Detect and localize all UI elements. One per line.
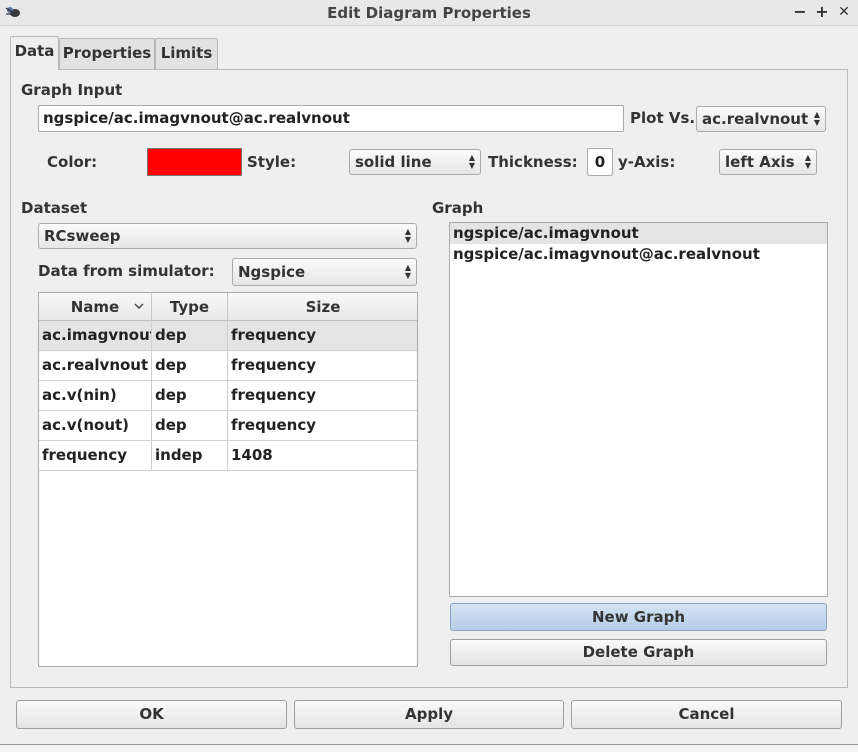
updown-arrows-icon: ▲ ▼ [804,153,812,170]
plot-vs-value: ac.realvnout [702,110,809,128]
updown-arrows-icon: ▲ ▼ [468,153,476,170]
minimize-button[interactable]: − [790,2,810,22]
thickness-input[interactable]: 0 [587,148,613,176]
column-header-size[interactable]: Size [228,293,417,321]
tab-limits[interactable]: Limits [155,38,218,69]
window-bottom-edge [0,744,858,752]
updown-arrows-icon: ▲ ▼ [404,227,412,244]
color-label: Color: [47,153,98,171]
list-item[interactable]: ngspice/ac.imagvnout@ac.realvnout [450,244,827,265]
thickness-label: Thickness: [488,153,578,171]
ok-button[interactable]: OK [16,700,287,729]
tab-data[interactable]: Data [10,36,59,70]
dataset-select[interactable]: RCsweep ▲ ▼ [38,223,417,249]
simulator-select[interactable]: Ngspice ▲ ▼ [232,258,417,286]
style-select[interactable]: solid line ▲ ▼ [349,149,481,175]
graph-list[interactable]: ngspice/ac.imagvnout ngspice/ac.imagvnou… [449,222,828,597]
plot-vs-select[interactable]: ac.realvnout ▲ ▼ [696,106,826,132]
window-title: Edit Diagram Properties [327,4,531,22]
maximize-button[interactable]: + [812,2,832,22]
tab-properties[interactable]: Properties [59,38,155,69]
sort-chevron-down-icon [134,303,144,309]
close-button[interactable]: ✕ [834,2,854,22]
style-value: solid line [355,153,432,171]
updown-arrows-icon: ▲ ▼ [813,110,821,127]
cancel-button[interactable]: Cancel [571,700,842,729]
updown-arrows-icon: ▲ ▼ [404,263,412,280]
y-axis-label: y-Axis: [618,153,676,171]
simulator-value: Ngspice [238,263,306,281]
dataset-label: Dataset [21,199,88,217]
apply-button[interactable]: Apply [294,700,564,729]
graph-label: Graph [432,199,484,217]
delete-graph-button[interactable]: Delete Graph [450,639,827,666]
list-item[interactable]: ngspice/ac.imagvnout [450,223,827,244]
style-label: Style: [247,153,297,171]
y-axis-value: left Axis [725,153,795,171]
plot-vs-label: Plot Vs. [630,109,696,127]
column-header-name[interactable]: Name [39,293,152,321]
y-axis-select[interactable]: left Axis ▲ ▼ [719,149,817,175]
color-swatch-button[interactable] [147,148,242,176]
data-from-simulator-label: Data from simulator: [38,262,215,280]
dataset-value: RCsweep [44,227,121,245]
new-graph-button[interactable]: New Graph [450,603,827,631]
graph-input-field[interactable]: ngspice/ac.imagvnout@ac.realvnout [38,105,624,132]
dataset-table[interactable]: Name Type Size ac.imagvnout dep frequenc… [38,292,418,667]
column-header-type[interactable]: Type [152,293,228,321]
graph-input-label: Graph Input [21,81,123,99]
